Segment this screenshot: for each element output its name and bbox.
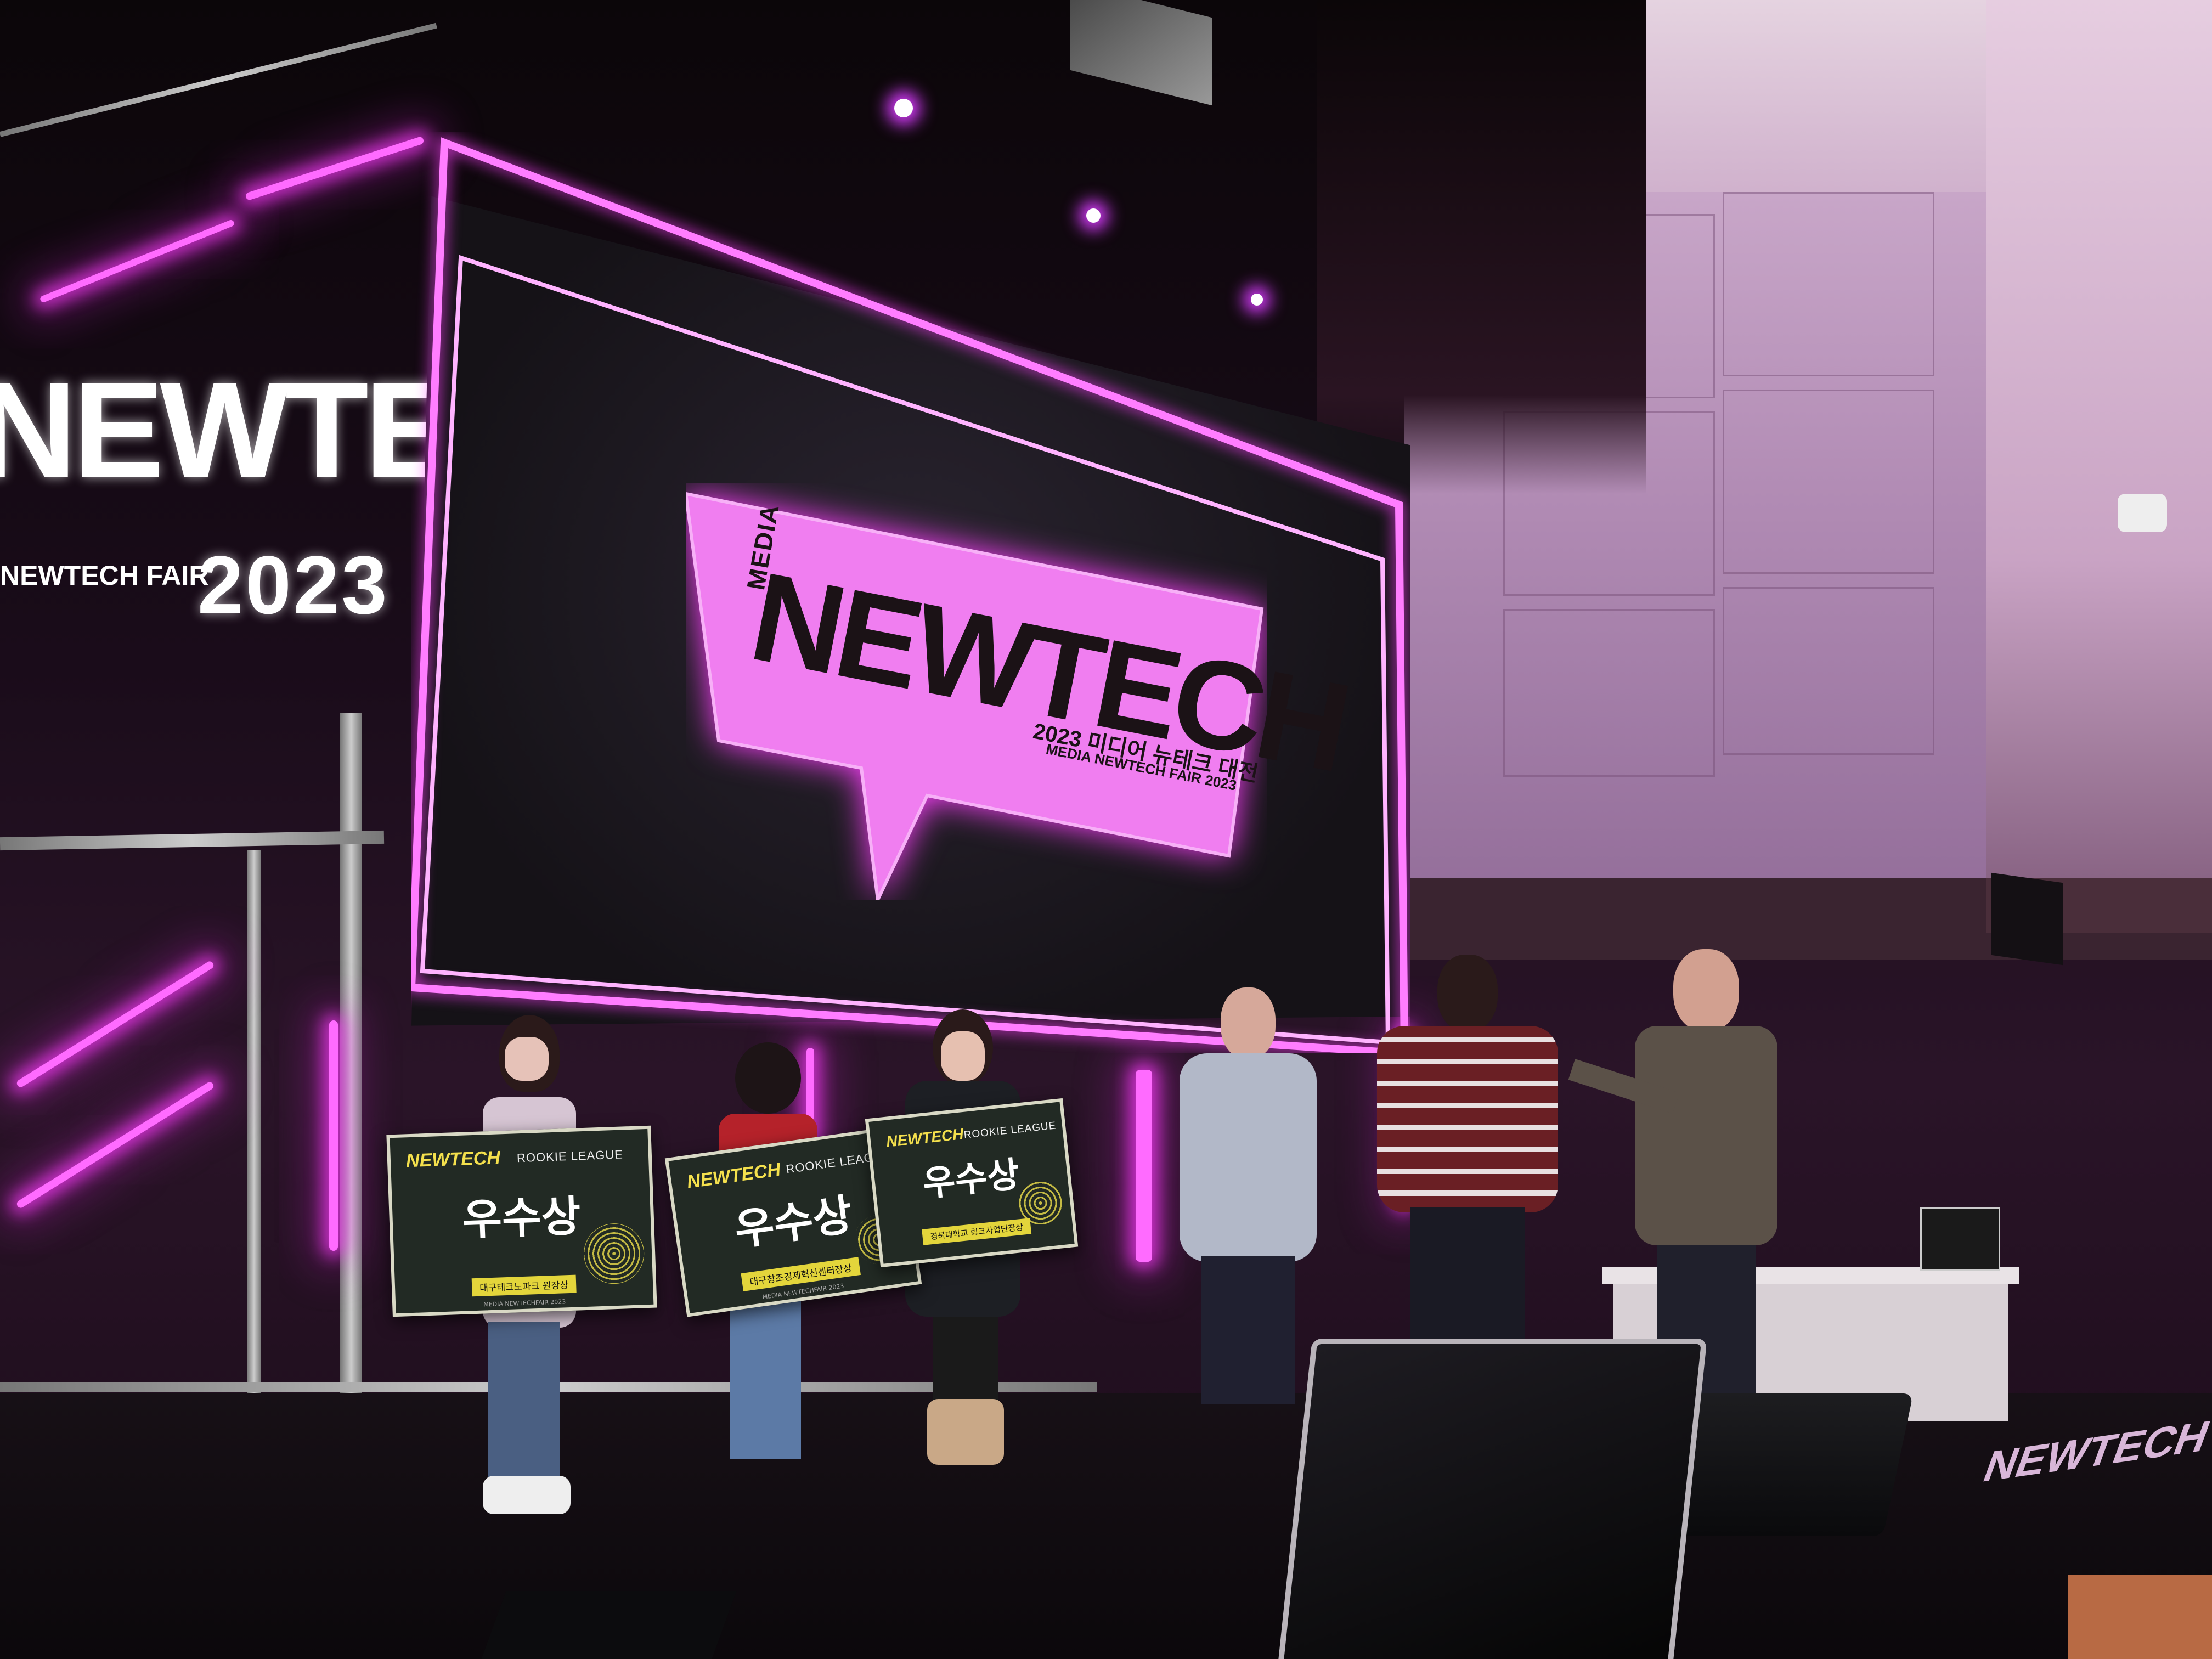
person-standing-sweater <box>1377 955 1558 1350</box>
placard-footer: MEDIA NEWTECHFAIR 2023 <box>483 1298 566 1308</box>
placard-brand: NEWTECH <box>405 1147 501 1172</box>
truss-bar <box>0 830 385 851</box>
sign-year: 2023 <box>198 539 390 631</box>
truss-pole <box>247 850 261 1454</box>
stage-monitor-speaker <box>481 1591 737 1659</box>
neon-tube <box>15 1080 215 1210</box>
spotlight-icon <box>894 99 913 117</box>
neon-tube <box>329 1020 338 1251</box>
neon-tube <box>39 219 235 303</box>
neon-tube <box>245 136 425 201</box>
neon-tube <box>15 960 215 1089</box>
placard-brand: NEWTECH <box>885 1125 964 1150</box>
foreground-box <box>2068 1575 2212 1659</box>
stage-edge-text: NEWTECH <box>1977 1411 2212 1492</box>
placard-league: ROOKIE LEAGUE <box>516 1147 624 1165</box>
placard-league: ROOKIE LEAGUE <box>963 1120 1057 1141</box>
placard-brand: NEWTECH <box>685 1159 782 1193</box>
award-placard-1: NEWTECH ROOKIE LEAGUE 우수상 대구테크노파크 원장상 ME… <box>386 1125 657 1317</box>
wall-pillar <box>1986 0 2212 933</box>
screen-logo-bubble: MEDIA NEWTECH 2023 미디어 뉴테크 대전 MEDIA NEWT… <box>686 483 1356 900</box>
overhead-monitor <box>1070 0 1212 106</box>
foreground-laptop <box>1277 1339 1707 1659</box>
table-sign <box>1920 1207 2000 1271</box>
placard-subtitle: 대구테크노파크 원장상 <box>471 1274 577 1297</box>
event-stage-photo: NEWTECH NEWTECH FAIR 2023 MEDIA NEWTECH … <box>0 0 2212 1659</box>
neon-tube <box>1136 1070 1152 1262</box>
person-standing-hoodie <box>1180 988 1317 1404</box>
placard-subtitle: 경북대학교 링크사업단장상 <box>922 1218 1032 1245</box>
security-camera-icon <box>2118 494 2167 532</box>
truss-bar <box>0 22 437 137</box>
wall-speaker-icon <box>1991 872 2063 966</box>
truss-pole <box>340 713 362 1448</box>
award-placard-3: NEWTECH ROOKIE LEAGUE 우수상 경북대학교 링크사업단장상 <box>865 1098 1079 1268</box>
sign-fair-text: NEWTECH FAIR <box>0 560 209 591</box>
left-logo-sign: NEWTECH NEWTECH FAIR 2023 <box>0 351 645 658</box>
